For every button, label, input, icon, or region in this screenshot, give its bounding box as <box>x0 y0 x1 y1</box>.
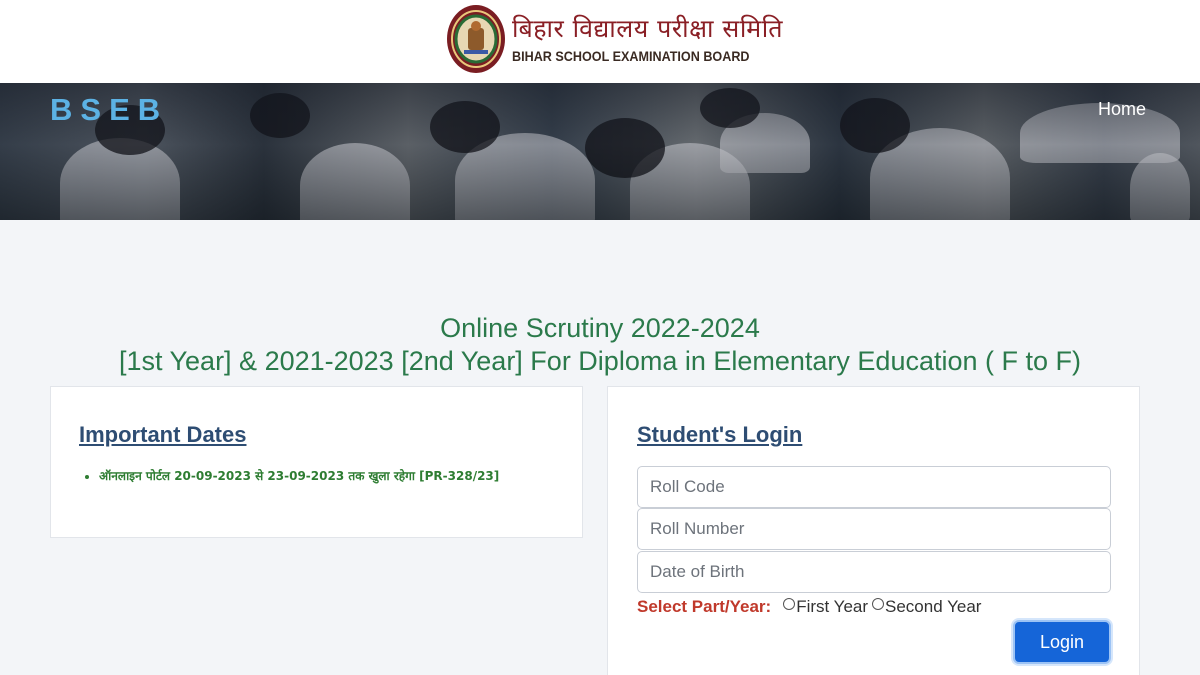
date-of-birth-input[interactable] <box>637 551 1111 593</box>
first-year-radio[interactable] <box>783 598 796 610</box>
roll-code-input[interactable] <box>637 466 1111 508</box>
important-dates-card: Important Dates ऑनलाइन पोर्टल 20-09-2023… <box>50 386 583 538</box>
title-line-1: Online Scrutiny 2022-2024 <box>440 313 760 343</box>
first-year-option[interactable]: First Year <box>783 597 868 617</box>
logo-hindi-text: बिहार विद्यालय परीक्षा समिति <box>512 14 783 43</box>
hero-banner <box>0 83 1200 220</box>
important-date-item: ऑनलाइन पोर्टल 20-09-2023 से 23-09-2023 त… <box>99 467 499 484</box>
bseb-logo[interactable]: बिहार विद्यालय परीक्षा समिति BIHAR SCHOO… <box>446 3 783 75</box>
page-title: Online Scrutiny 2022-2024 [1st Year] & 2… <box>0 312 1200 378</box>
second-year-radio[interactable] <box>872 598 885 610</box>
bseb-seal-icon <box>446 4 506 74</box>
second-year-option[interactable]: Second Year <box>872 597 981 617</box>
student-login-card: Student's Login Select Part/Year: First … <box>607 386 1140 675</box>
second-year-label: Second Year <box>885 597 982 616</box>
part-year-label: Select Part/Year: <box>637 597 772 616</box>
important-dates-heading: Important Dates <box>79 422 247 447</box>
nav-home-link[interactable]: Home <box>1098 99 1146 120</box>
part-year-selector: Select Part/Year: First Year Second Year <box>637 597 985 617</box>
title-line-2: [1st Year] & 2021-2023 [2nd Year] For Di… <box>118 346 1082 376</box>
important-dates-list: ऑनलाइन पोर्टल 20-09-2023 से 23-09-2023 त… <box>97 467 499 484</box>
student-login-heading: Student's Login <box>637 422 803 447</box>
first-year-label: First Year <box>796 597 869 616</box>
login-button[interactable]: Login <box>1013 620 1111 664</box>
brand-name: BSEB <box>50 92 169 127</box>
logo-english-text: BIHAR SCHOOL EXAMINATION BOARD <box>512 48 750 64</box>
roll-number-input[interactable] <box>637 508 1111 550</box>
site-header: बिहार विद्यालय परीक्षा समिति BIHAR SCHOO… <box>0 0 1200 83</box>
